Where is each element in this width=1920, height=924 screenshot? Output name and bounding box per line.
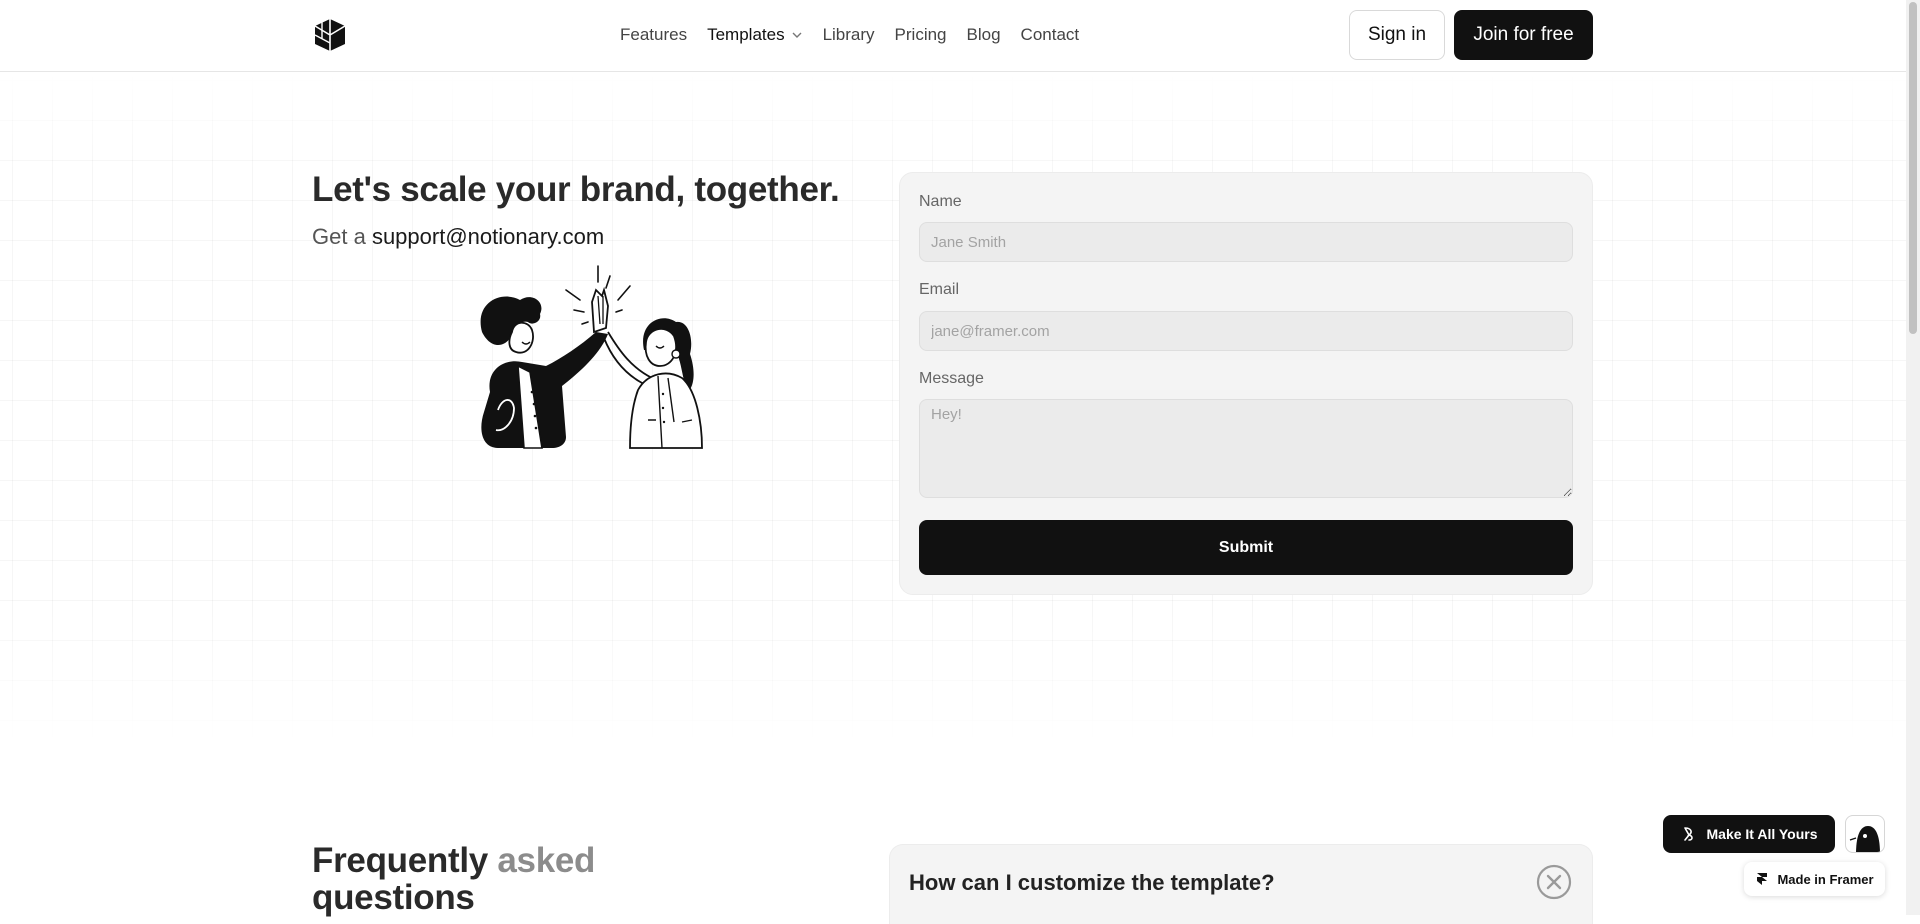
name-input[interactable] xyxy=(919,222,1573,262)
nav-blog[interactable]: Blog xyxy=(967,25,1001,45)
faq-title-part1: Frequently xyxy=(312,841,488,880)
hero-title: Let's scale your brand, together. xyxy=(312,170,840,209)
close-circle-icon[interactable] xyxy=(1536,864,1572,900)
message-textarea[interactable] xyxy=(919,399,1573,498)
nav-features[interactable]: Features xyxy=(620,25,687,45)
sign-in-button[interactable]: Sign in xyxy=(1349,10,1445,60)
hero-subtitle: Get a support@notionary.com xyxy=(312,224,604,250)
chevron-down-icon xyxy=(792,32,802,38)
nav-templates-dropdown[interactable]: Templates xyxy=(707,25,802,45)
nav-pricing[interactable]: Pricing xyxy=(895,25,947,45)
submit-button[interactable]: Submit xyxy=(919,520,1573,575)
nav-templates-label: Templates xyxy=(707,25,785,44)
hero-subtitle-prefix: Get a xyxy=(312,224,366,249)
support-email-link[interactable]: support@notionary.com xyxy=(372,224,604,249)
faq-title: Frequently asked questions xyxy=(312,842,672,916)
made-in-framer-label: Made in Framer xyxy=(1777,871,1874,887)
nav-library[interactable]: Library xyxy=(823,25,875,45)
scrollbar-thumb[interactable] xyxy=(1909,2,1917,334)
nav-contact[interactable]: Contact xyxy=(1021,25,1080,45)
avatar[interactable] xyxy=(1845,815,1885,853)
cube-logo-icon[interactable] xyxy=(312,17,348,53)
faq-title-part2: asked xyxy=(497,841,596,880)
make-it-all-yours-button[interactable]: Make It All Yours xyxy=(1663,815,1835,853)
join-for-free-button[interactable]: Join for free xyxy=(1454,10,1593,60)
main-nav: Features Templates Library Pricing Blog … xyxy=(620,0,1079,70)
made-in-framer-badge[interactable]: Made in Framer xyxy=(1744,862,1885,896)
make-it-all-yours-label: Make It All Yours xyxy=(1706,826,1818,842)
name-label: Name xyxy=(919,193,962,210)
high-five-illustration xyxy=(462,262,742,492)
faq-title-part3: questions xyxy=(312,878,475,917)
top-navbar: Features Templates Library Pricing Blog … xyxy=(0,0,1906,72)
leaf-icon xyxy=(1683,827,1693,841)
email-input[interactable] xyxy=(919,311,1573,351)
email-label: Email xyxy=(919,281,960,298)
contact-form: Name Email Message Submit xyxy=(899,172,1593,595)
page-scrollbar[interactable] xyxy=(1906,0,1920,915)
framer-logo-icon xyxy=(1757,873,1768,885)
message-label: Message xyxy=(919,370,984,387)
faq-item[interactable]: How can I customize the template? xyxy=(889,844,1593,924)
faq-question[interactable]: How can I customize the template? xyxy=(909,870,1275,896)
